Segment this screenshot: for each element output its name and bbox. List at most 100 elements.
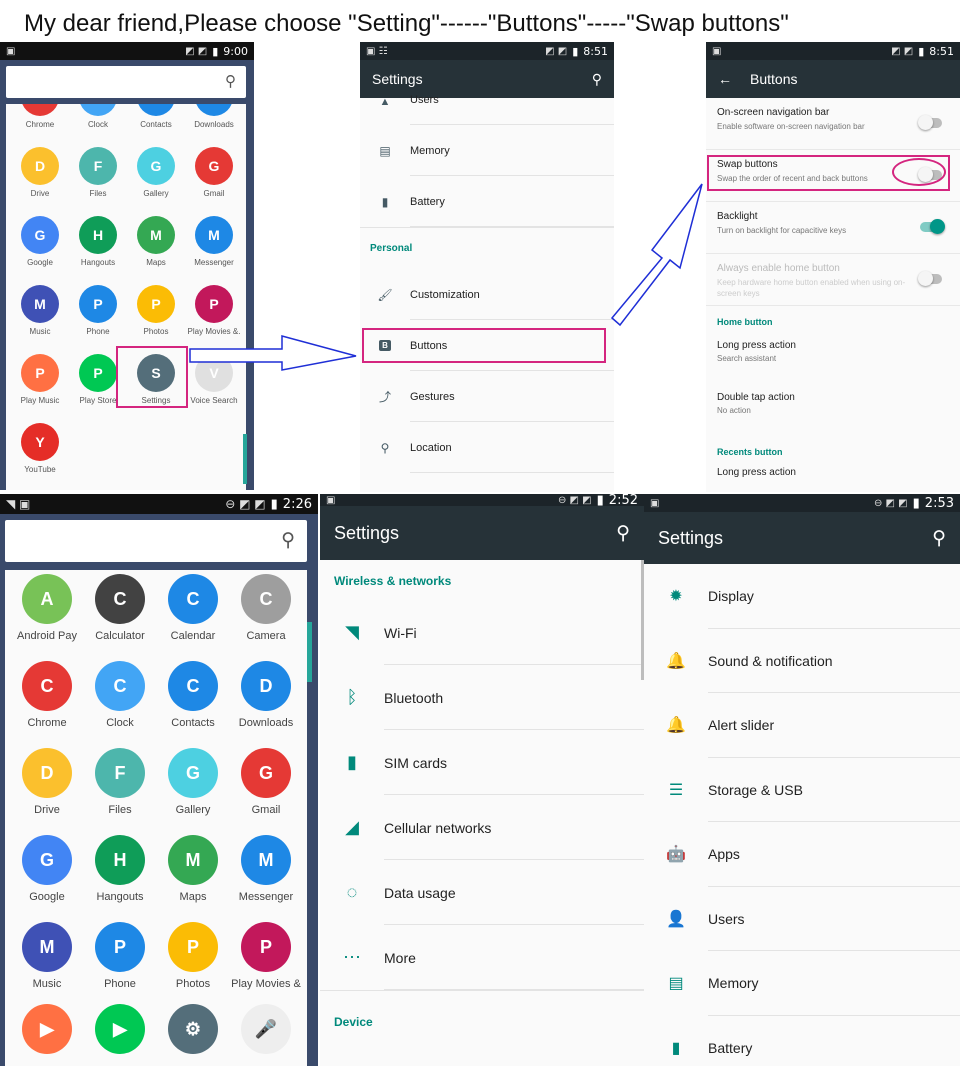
app-play-movies[interactable]: P Play Movies & [229,922,303,990]
app-maps[interactable]: M Maps [156,835,230,903]
app-settings-partial[interactable]: ⚙ [156,1004,230,1060]
app-toolbar: Settings ⚲ [644,512,960,564]
app-google[interactable]: G Google [10,835,84,903]
settings-row-users[interactable]: 👤 Users [644,887,960,951]
app-label: Google [29,891,65,903]
row-label: Wi-Fi [384,624,417,641]
app-contacts[interactable]: C Contacts [156,661,230,729]
section-label: Device [334,1015,373,1029]
panel-app-drawer-bottom: ◥ ▣ ⊖ ◩ ◩ ▮ 2:26 ⚲ A Android Pay C Calculator… [0,494,318,1066]
camera-icon: C [241,574,291,624]
app-camera[interactable]: C Camera [229,574,303,642]
app-label: Downloads [238,717,294,729]
settings-row-battery[interactable]: ▮ Battery [644,1016,960,1066]
downloads-icon: D [241,661,291,711]
drive-icon: D [22,748,72,798]
data-usage-icon: ◌ [346,882,358,902]
search-icon[interactable]: ⚲ [616,522,630,545]
app-drive[interactable]: D Drive [10,748,84,816]
app-toolbar: Settings ⚲ [320,506,644,560]
chrome-icon: C [22,661,72,711]
section-label: Wireless & networks [334,574,452,588]
settings-row-apps[interactable]: 🤖 Apps [644,822,960,887]
app-label: Photos [175,978,211,990]
row-label: Data usage [384,884,456,901]
row-label: Alert slider [708,717,775,734]
calculator-icon: C [95,574,145,624]
play-movies-icon: P [241,922,291,972]
app-label: Gmail [251,804,281,816]
settings-row-display[interactable]: ✹ Display [644,564,960,629]
search-bar[interactable]: ⚲ [5,520,307,562]
app-label: Hangouts [96,891,144,903]
bluetooth-icon: ᛒ [346,687,358,707]
row-label: SIM cards [384,754,448,771]
app-gallery[interactable]: G Gallery [156,748,230,816]
app-voice-search-partial[interactable]: 🎤 [229,1004,303,1060]
app-calendar[interactable]: C Calendar [156,574,230,642]
status-icons: ⊖ ◩ ◩ [558,494,592,506]
settings-row-bluetooth[interactable]: ᛒ Bluetooth [320,665,644,730]
play-store-icon: ▶ [95,1004,145,1054]
app-label: Gallery [175,804,211,816]
battery-icon: ▮ [596,494,604,508]
clock-icon: C [95,661,145,711]
settings-row-data-usage[interactable]: ◌ Data usage [320,860,644,925]
toolbar-title: Settings [334,522,400,543]
scroll-indicator[interactable] [307,622,312,682]
settings-row-storage-usb[interactable]: ☰ Storage & USB [644,758,960,822]
row-label: Users [708,910,745,927]
battery-icon: ▮ [912,495,920,511]
messenger-icon: M [241,835,291,885]
image-notification-icon: ▣ [326,494,336,506]
search-icon[interactable]: ⚲ [932,527,946,550]
toolbar-title: Settings [658,527,724,548]
alert-slider-icon: 🔔 [666,717,686,735]
app-play-music-partial[interactable]: ▶ [10,1004,84,1060]
app-files[interactable]: F Files [83,748,157,816]
app-clock[interactable]: C Clock [83,661,157,729]
app-gmail[interactable]: G Gmail [229,748,303,816]
gmail-icon: G [241,748,291,798]
row-label: Storage & USB [708,781,803,798]
app-label: Play Movies & [231,978,301,990]
settings-row-sim-cards[interactable]: ▮ SIM cards [320,730,644,795]
settings-row-sound-notification[interactable]: 🔔 Sound & notification [644,629,960,693]
app-hangouts[interactable]: H Hangouts [83,835,157,903]
row-label: Sound & notification [708,652,833,669]
play-music-icon: ▶ [22,1004,72,1054]
app-chrome[interactable]: C Chrome [10,661,84,729]
display-icon: ✹ [669,588,683,606]
settings-row-wi-fi[interactable]: ◥ Wi-Fi [320,600,644,665]
settings-row-more[interactable]: ⋯ More [320,925,644,990]
users-icon: 👤 [666,910,686,928]
search-icon[interactable]: ⚲ [281,529,295,552]
row-label: Apps [708,846,740,863]
files-icon: F [95,748,145,798]
app-label: Chrome [27,717,67,729]
panel-settings-device: ▣ ⊖ ◩ ◩ ▮ 2:53 Settings ⚲ ✹ Display 🔔 Sound &… [644,494,960,1066]
clock-time: 2:26 [282,496,312,512]
app-play-store-partial[interactable]: ▶ [83,1004,157,1060]
app-downloads[interactable]: D Downloads [229,661,303,729]
status-icons: ⊖ ◩ ◩ [874,497,908,509]
app-label: Calculator [95,630,145,642]
app-calculator[interactable]: C Calculator [83,574,157,642]
settings-row-memory[interactable]: ▤ Memory [644,951,960,1016]
settings-gear-icon: ⚙ [168,1004,218,1054]
settings-row-alert-slider[interactable]: 🔔 Alert slider [644,693,960,758]
arrow-overlay [189,183,703,371]
app-music[interactable]: M Music [10,922,84,990]
app-android-pay[interactable]: A Android Pay [10,574,84,642]
app-phone[interactable]: P Phone [83,922,157,990]
status-icons: ⊖ ◩ ◩ [225,497,266,511]
app-messenger[interactable]: M Messenger [229,835,303,903]
music-icon: M [22,922,72,972]
contacts-icon: C [168,661,218,711]
battery-icon: ▮ [671,1039,681,1057]
cellular-networks-icon: ◢ [345,817,359,837]
app-photos[interactable]: P Photos [156,922,230,990]
settings-row-cellular-networks[interactable]: ◢ Cellular networks [320,795,644,860]
app-grid: A Android Pay C Calculator C Calendar C Camera C… [5,570,307,1066]
android-pay-icon: A [22,574,72,624]
